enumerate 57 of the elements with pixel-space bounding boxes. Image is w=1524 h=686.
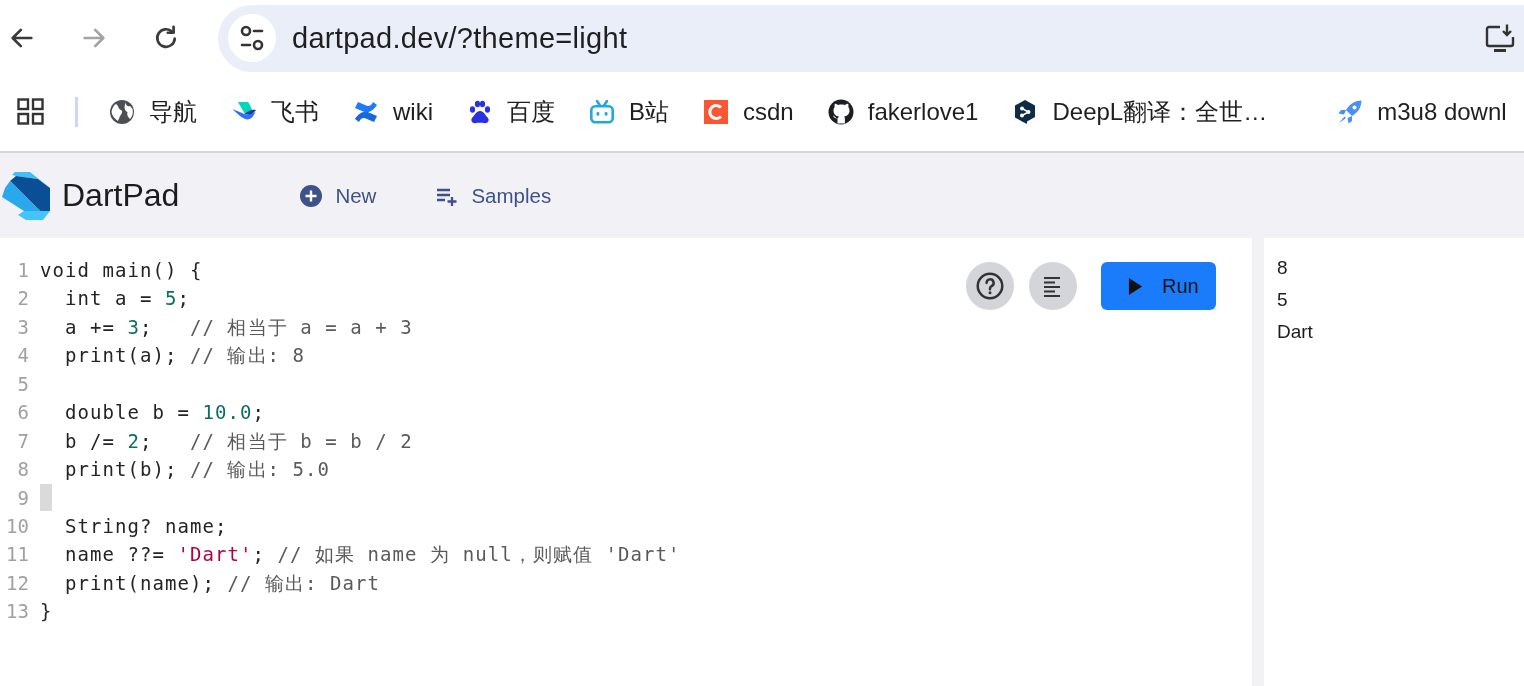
line-number: 3 [16, 314, 29, 340]
samples-button[interactable]: Samples [423, 175, 564, 216]
bookmark[interactable]: 飞书 [214, 89, 336, 134]
monitor-download-icon[interactable] [1484, 22, 1516, 54]
code-line: b /= 2; // 相当于 b = b / 2 [64, 428, 413, 454]
cat-icon [827, 98, 854, 125]
line-number: 9 [16, 485, 29, 511]
code-line: a += 3; // 相当于 a = a + 3 [64, 314, 413, 340]
line-number: 11 [5, 542, 29, 568]
globe-icon [109, 98, 135, 125]
help-button[interactable] [966, 262, 1014, 310]
code-line: print(name); // 输出: Dart [64, 570, 381, 596]
paw-icon [467, 98, 493, 125]
bookmark[interactable]: B站 [572, 89, 686, 134]
apps-grid-icon[interactable] [17, 98, 44, 125]
app-logo [2, 171, 50, 220]
code-line: int a = 5; [64, 286, 190, 312]
line-number: 7 [16, 428, 29, 454]
line-number: 2 [16, 286, 29, 312]
line-number: 10 [5, 513, 29, 539]
bookmark[interactable]: DeepL翻译：全世… [995, 89, 1285, 134]
bookmark[interactable]: wiki [336, 91, 450, 132]
tv-icon [589, 98, 615, 125]
help-icon [975, 271, 1005, 301]
line-number: 4 [16, 343, 29, 369]
tune-icon[interactable] [228, 14, 276, 62]
code-line: String? name; [64, 513, 228, 539]
bookmark[interactable]: fakerlove1 [810, 91, 996, 132]
code-line: } [40, 599, 53, 625]
line-number: 12 [5, 570, 29, 596]
code-line: print(a); // 输出: 8 [64, 343, 306, 369]
line-number: 1 [16, 258, 29, 283]
new-button[interactable]: New [287, 175, 389, 216]
bookmark[interactable]: csdn [686, 91, 811, 132]
line-number: 8 [16, 457, 29, 483]
code-line: name ??= 'Dart'; // 如果 name 为 null，则赋值 'Dart' [64, 542, 681, 568]
line-number: 13 [5, 599, 29, 625]
output-line: 8 [1277, 256, 1288, 280]
play-icon [1128, 276, 1143, 296]
url-text: dartpad.dev/?theme=light [292, 21, 628, 55]
address-bar[interactable]: dartpad.dev/?theme=light [218, 4, 1524, 72]
c-tile-icon [703, 98, 729, 125]
code-line: void main() { [40, 258, 203, 283]
bookmark[interactable]: 导航 [92, 89, 214, 134]
code-line: print(b); // 输出: 5.0 [64, 457, 331, 483]
format-button[interactable] [1029, 262, 1077, 310]
output-line: 5 [1277, 288, 1288, 312]
output-line: Dart [1277, 320, 1313, 344]
run-button[interactable]: Run [1101, 262, 1216, 310]
line-number: 5 [16, 371, 29, 397]
bookmark[interactable]: 百度 [450, 89, 572, 134]
code-line: double b = 10.0; [64, 400, 265, 426]
app-title: DartPad [62, 177, 180, 214]
line-number: 6 [16, 400, 29, 426]
bookmark[interactable]: m3u8 downl [1320, 91, 1524, 132]
rocket-icon [1337, 98, 1364, 125]
plus-circle-icon [299, 183, 324, 208]
